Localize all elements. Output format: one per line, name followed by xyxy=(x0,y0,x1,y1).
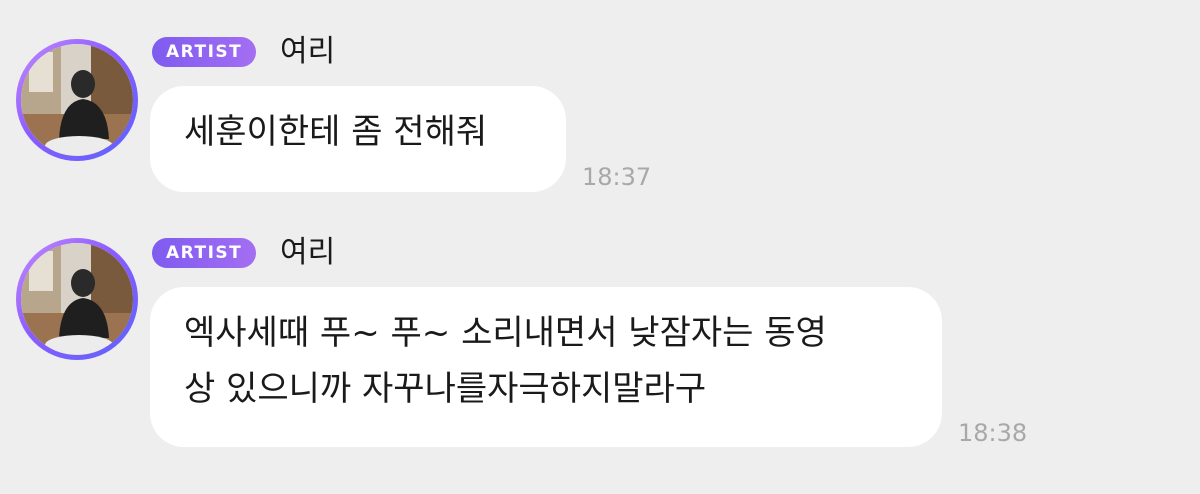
avatar[interactable] xyxy=(16,238,138,360)
avatar-photo xyxy=(21,243,133,355)
sender-name: 여리 xyxy=(280,34,336,69)
avatar[interactable] xyxy=(16,39,138,161)
sender-name: 여리 xyxy=(280,235,336,270)
message-bubble[interactable]: 세훈이한테 좀 전해줘 xyxy=(150,86,566,192)
message-timestamp: 18:38 xyxy=(958,419,1028,447)
message-bubble[interactable]: 엑사세때 푸~ 푸~ 소리내면서 낮잠자는 동영 상 있으니까 자꾸나를자극하지… xyxy=(150,287,942,447)
message-timestamp: 18:37 xyxy=(582,163,652,191)
avatar-photo xyxy=(21,44,133,156)
avatar-image xyxy=(21,243,133,355)
artist-badge: ARTIST xyxy=(152,238,257,268)
artist-badge: ARTIST xyxy=(152,37,257,67)
avatar-image xyxy=(21,44,133,156)
